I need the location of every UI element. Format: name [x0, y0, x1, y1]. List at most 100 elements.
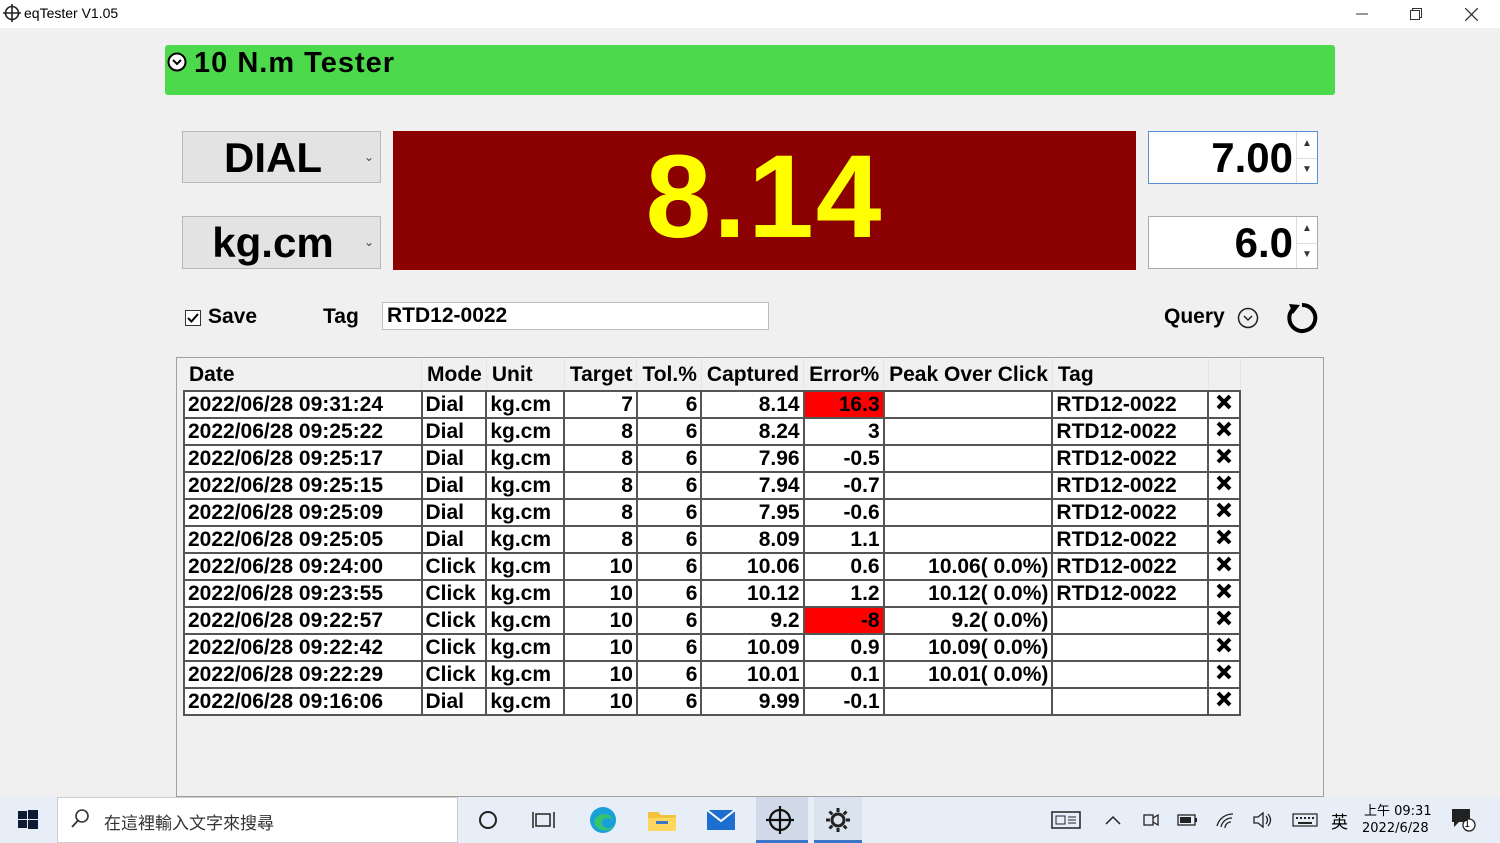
file-explorer-icon[interactable]	[646, 804, 678, 836]
table-cell[interactable]: 6	[635, 471, 703, 500]
table-cell[interactable]: kg.cm	[485, 444, 566, 473]
column-header-mode[interactable]: Mode	[421, 359, 487, 391]
table-row[interactable]: 2022/06/28 09:24:00 Click kg.cm 10 6 10.06 0.6…	[183, 552, 1242, 581]
table-cell[interactable]: 6	[635, 606, 703, 635]
table-cell[interactable]: 6	[635, 390, 703, 419]
table-cell[interactable]: 9.99	[700, 687, 805, 716]
table-cell[interactable]: RTD12-0022	[1051, 471, 1210, 500]
table-cell[interactable]: kg.cm	[485, 417, 566, 446]
table-cell[interactable]: -8	[802, 606, 885, 635]
refresh-icon[interactable]	[1284, 300, 1320, 336]
table-cell[interactable]: kg.cm	[485, 498, 566, 527]
table-cell[interactable]: 10	[563, 633, 638, 662]
table-row[interactable]: 2022/06/28 09:25:17 Dial kg.cm 8 6 7.96 -0.5 RT…	[183, 444, 1242, 473]
meet-now-icon[interactable]	[1135, 804, 1167, 836]
table-row[interactable]: 2022/06/28 09:25:09 Dial kg.cm 8 6 7.95 -0.6 RT…	[183, 498, 1242, 527]
table-cell[interactable]: 10.06	[700, 552, 805, 581]
table-cell[interactable]: 8	[563, 471, 638, 500]
table-cell[interactable]	[882, 417, 1054, 446]
spinner-down-button[interactable]: ▼	[1297, 243, 1317, 269]
chevron-up-icon[interactable]	[1097, 804, 1129, 836]
table-cell[interactable]: Dial	[420, 525, 488, 554]
clock-date[interactable]: 2022/6/28	[1362, 821, 1429, 836]
table-cell[interactable]: 10.06( 0.0%)	[882, 552, 1054, 581]
delete-row-button[interactable]	[1207, 579, 1242, 608]
table-cell[interactable]: 16.3	[802, 390, 885, 419]
table-row[interactable]: 2022/06/28 09:25:15 Dial kg.cm 8 6 7.94 -0.7 RT…	[183, 471, 1242, 500]
table-cell[interactable]: Dial	[420, 417, 488, 446]
table-cell[interactable]	[1051, 687, 1210, 716]
table-cell[interactable]: 0.6	[802, 552, 885, 581]
table-cell[interactable]: 2022/06/28 09:16:06	[183, 687, 423, 716]
table-cell[interactable]: 1.2	[802, 579, 885, 608]
column-header-error[interactable]: Error%	[803, 359, 885, 391]
table-cell[interactable]: 0.9	[802, 633, 885, 662]
table-cell[interactable]: Dial	[420, 498, 488, 527]
spinner-up-button[interactable]: ▲	[1297, 132, 1317, 159]
table-cell[interactable]: 8	[563, 444, 638, 473]
ime-indicator[interactable]: 英	[1331, 808, 1348, 833]
table-cell[interactable]: 6	[635, 687, 703, 716]
table-cell[interactable]: RTD12-0022	[1051, 525, 1210, 554]
table-cell[interactable]: 3	[802, 417, 885, 446]
table-row[interactable]: 2022/06/28 09:16:06 Dial kg.cm 10 6 9.99 -0.1	[183, 687, 1242, 716]
table-cell[interactable]: 7.95	[700, 498, 805, 527]
onscreen-keyboard-icon[interactable]	[1050, 804, 1082, 836]
table-cell[interactable]: 8.24	[700, 417, 805, 446]
delete-row-button[interactable]	[1207, 417, 1242, 446]
table-cell[interactable]: 10.12( 0.0%)	[882, 579, 1054, 608]
delete-row-button[interactable]	[1207, 552, 1242, 581]
table-cell[interactable]: 0.1	[802, 660, 885, 689]
table-row[interactable]: 2022/06/28 09:22:42 Click kg.cm 10 6 10.09 0.9…	[183, 633, 1242, 662]
table-cell[interactable]: kg.cm	[485, 552, 566, 581]
delete-row-button[interactable]	[1207, 660, 1242, 689]
table-cell[interactable]: kg.cm	[485, 525, 566, 554]
table-cell[interactable]: -0.5	[802, 444, 885, 473]
table-cell[interactable]: RTD12-0022	[1051, 390, 1210, 419]
delete-row-button[interactable]	[1207, 390, 1242, 419]
table-cell[interactable]: 8.14	[700, 390, 805, 419]
table-cell[interactable]: 10	[563, 660, 638, 689]
close-button[interactable]	[1444, 0, 1498, 28]
table-cell[interactable]: Dial	[420, 390, 488, 419]
table-cell[interactable]: kg.cm	[485, 660, 566, 689]
table-cell[interactable]: 10.09	[700, 633, 805, 662]
table-cell[interactable]: 10	[563, 552, 638, 581]
table-cell[interactable]	[1051, 660, 1210, 689]
edge-icon[interactable]	[587, 804, 619, 836]
table-cell[interactable]: kg.cm	[485, 471, 566, 500]
table-cell[interactable]: RTD12-0022	[1051, 444, 1210, 473]
keyboard-icon[interactable]	[1289, 804, 1321, 836]
wifi-icon[interactable]	[1210, 804, 1242, 836]
table-cell[interactable]: Dial	[420, 444, 488, 473]
table-cell[interactable]: 8	[563, 417, 638, 446]
table-cell[interactable]: Click	[420, 660, 488, 689]
table-cell[interactable]: kg.cm	[485, 687, 566, 716]
unit-select[interactable]: kg.cm ⌄	[182, 216, 381, 269]
table-cell[interactable]: 10	[563, 687, 638, 716]
table-cell[interactable]: 6	[635, 444, 703, 473]
table-cell[interactable]: Click	[420, 606, 488, 635]
table-cell[interactable]: 10	[563, 606, 638, 635]
delete-row-button[interactable]	[1207, 687, 1242, 716]
delete-row-button[interactable]	[1207, 471, 1242, 500]
table-cell[interactable]: 10.01( 0.0%)	[882, 660, 1054, 689]
table-cell[interactable]: kg.cm	[485, 633, 566, 662]
table-cell[interactable]: RTD12-0022	[1051, 417, 1210, 446]
table-cell[interactable]: -0.6	[802, 498, 885, 527]
table-cell[interactable]: -0.7	[802, 471, 885, 500]
table-cell[interactable]: 6	[635, 525, 703, 554]
delete-row-button[interactable]	[1207, 525, 1242, 554]
table-cell[interactable]: 10.09( 0.0%)	[882, 633, 1054, 662]
restore-button[interactable]	[1389, 0, 1443, 28]
battery-icon[interactable]	[1172, 804, 1204, 836]
table-cell[interactable]: RTD12-0022	[1051, 579, 1210, 608]
table-cell[interactable]: 6	[635, 417, 703, 446]
table-cell[interactable]: 7.94	[700, 471, 805, 500]
table-row[interactable]: 2022/06/28 09:31:24 Dial kg.cm 7 6 8.14 16.3 RT…	[183, 390, 1242, 419]
table-cell[interactable]: 6	[635, 660, 703, 689]
chevron-down-icon[interactable]	[1237, 307, 1259, 329]
column-header-date[interactable]: Date	[184, 359, 422, 391]
tolerance-spinner[interactable]: 6.0 ▲ ▼	[1148, 216, 1318, 269]
table-cell[interactable]: 2022/06/28 09:25:09	[183, 498, 423, 527]
